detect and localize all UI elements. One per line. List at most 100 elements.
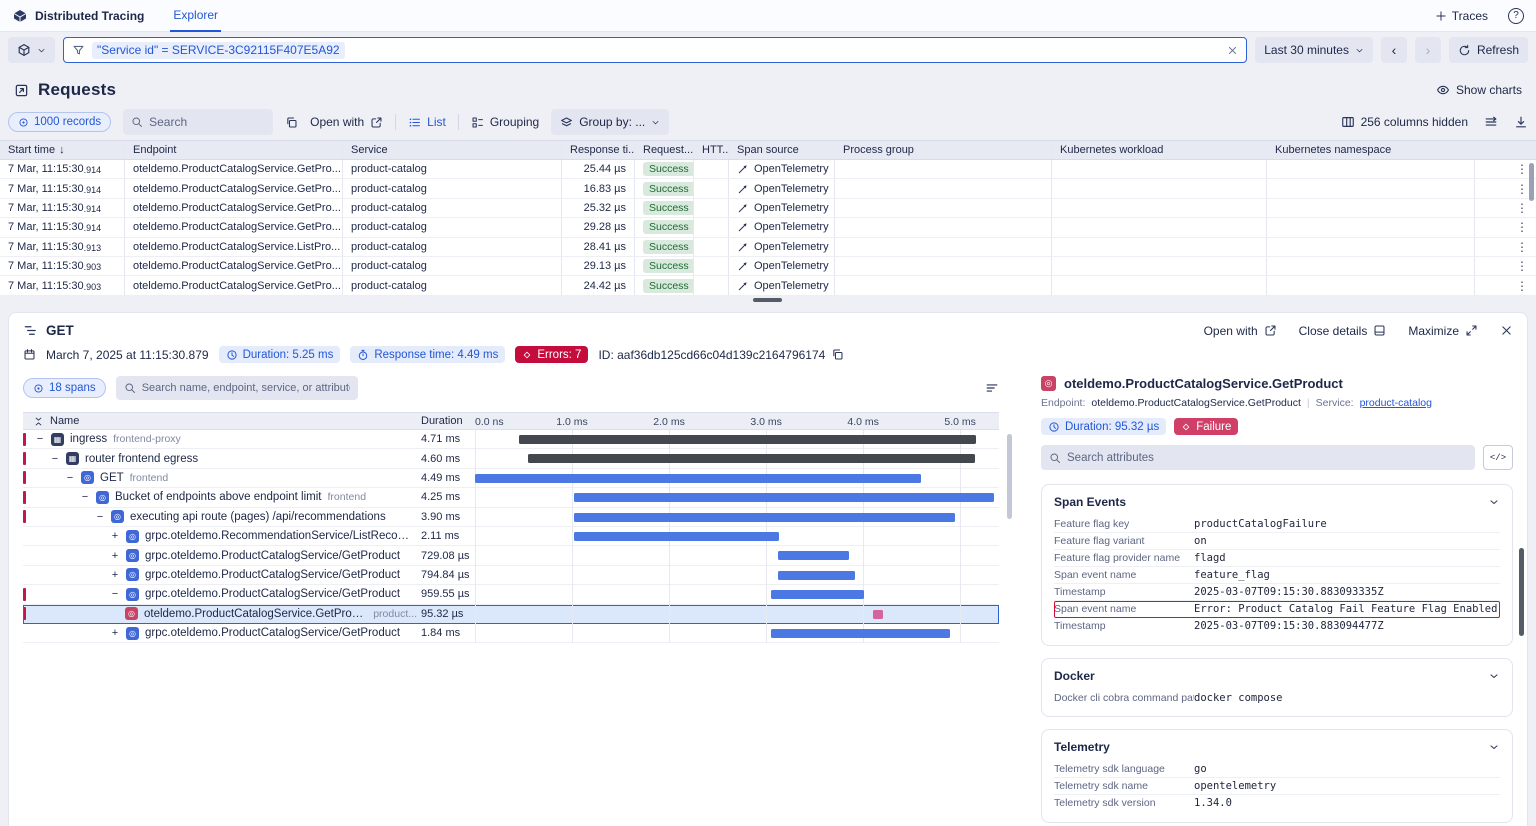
row-settings-icon[interactable] [985,381,999,395]
search-input[interactable] [149,115,265,129]
expand-toggle[interactable]: + [110,550,120,562]
span-bar[interactable] [574,532,779,541]
span-row[interactable]: − ◎ GET frontend 4.49 ms [23,469,999,488]
expand-toggle[interactable]: − [95,511,105,523]
download-icon[interactable] [1514,115,1528,129]
span-row[interactable]: − ◎ grpc.oteldemo.ProductCatalogService/… [23,585,999,604]
expand-toggle[interactable]: + [110,569,120,581]
span-row[interactable]: − ◎ executing api route (pages) /api/rec… [23,508,999,527]
service-link[interactable]: product-catalog [1360,397,1432,409]
table-row[interactable]: 7 Mar, 11:15:30.914 oteldemo.ProductCata… [0,218,1536,237]
column-header-response-time[interactable]: Response ti... [562,141,635,159]
span-bar[interactable] [574,493,994,502]
column-header-k8s-workload[interactable]: Kubernetes workload [1052,141,1267,159]
expand-toggle[interactable]: − [110,588,120,600]
span-bar[interactable] [528,454,974,463]
close-icon[interactable] [1500,324,1513,337]
span-bar[interactable] [778,551,849,560]
expand-toggle[interactable]: − [80,491,90,503]
view-grouping-button[interactable]: Grouping [471,115,539,129]
filter-chip[interactable]: "Service id" = SERVICE-3C92115F407E5A92 [92,42,345,59]
span-bar[interactable] [778,571,856,580]
group-by-button[interactable]: Group by: ... [551,109,669,135]
clear-filter-button[interactable] [1227,45,1238,56]
scope-selector-button[interactable] [8,37,55,63]
row-menu-button[interactable]: ⋮ [1475,179,1536,197]
section-header[interactable]: Telemetry [1054,740,1500,754]
collapse-all-icon[interactable] [33,416,44,427]
open-with-button[interactable]: Open with [310,115,383,129]
scrollbar-thumb[interactable] [753,298,782,302]
refresh-button[interactable]: Refresh [1449,37,1528,63]
span-row[interactable]: + ◎ grpc.oteldemo.ProductCatalogService/… [23,624,999,643]
span-row[interactable]: − ◎ Bucket of endpoints above endpoint l… [23,488,999,507]
span-bar[interactable] [519,435,976,444]
row-menu-button[interactable]: ⋮ [1475,160,1536,178]
details-open-with-button[interactable]: Open with [1204,324,1277,338]
span-row[interactable]: + ◎ grpc.oteldemo.ProductCatalogService/… [23,546,999,565]
row-menu-button[interactable]: ⋮ [1475,199,1536,217]
span-bar[interactable] [771,629,950,638]
close-details-button[interactable]: Close details [1299,324,1387,338]
span-bar[interactable] [574,513,955,522]
show-charts-button[interactable]: Show charts [1436,83,1522,97]
table-row[interactable]: 7 Mar, 11:15:30.914 oteldemo.ProductCata… [0,179,1536,198]
column-header-service[interactable]: Service [343,141,562,159]
maximize-button[interactable]: Maximize [1408,324,1478,338]
table-row[interactable]: 7 Mar, 11:15:30.903 oteldemo.ProductCata… [0,257,1536,276]
table-row[interactable]: 7 Mar, 11:15:30.914 oteldemo.ProductCata… [0,160,1536,179]
time-range-button[interactable]: Last 30 minutes [1255,37,1373,63]
column-header-request-status[interactable]: Request... [635,141,694,159]
column-header-k8s-namespace[interactable]: Kubernetes namespace [1267,141,1475,159]
section-header[interactable]: Docker [1054,669,1500,683]
row-menu-button[interactable]: ⋮ [1475,276,1536,294]
time-prev-button[interactable]: ‹ [1381,37,1407,63]
column-header-http[interactable]: HTT... [694,141,729,159]
attributes-scrollbar[interactable] [1519,548,1524,636]
span-search[interactable] [116,376,358,400]
view-as-code-button[interactable]: </> [1483,445,1513,470]
row-menu-button[interactable]: ⋮ [1475,218,1536,236]
span-row[interactable]: + ◎ grpc.oteldemo.RecommendationService/… [23,527,999,546]
records-count-badge[interactable]: 1000 records [8,112,111,132]
span-search-input[interactable] [142,382,350,394]
waterfall-name-header[interactable]: Name [29,413,417,429]
column-header-endpoint[interactable]: Endpoint [125,141,343,159]
expand-toggle[interactable]: − [65,472,75,484]
time-next-button[interactable]: › [1415,37,1441,63]
view-list-button[interactable]: List [408,115,446,129]
column-header-start-time[interactable]: Start time↓ [0,141,125,159]
expand-toggle[interactable]: + [110,627,120,639]
table-search[interactable] [123,109,273,135]
span-row[interactable]: − ▦ router frontend egress 4.60 ms [23,449,999,468]
span-bar[interactable] [873,610,883,619]
tab-explorer[interactable]: Explorer [170,0,221,32]
copy-icon[interactable] [285,116,298,129]
row-density-icon[interactable] [1484,115,1498,129]
add-traces-button[interactable]: Traces [1435,9,1488,23]
row-menu-button[interactable]: ⋮ [1475,238,1536,256]
span-row[interactable]: + ◎ grpc.oteldemo.ProductCatalogService/… [23,566,999,585]
column-header-span-source[interactable]: Span source [729,141,835,159]
table-row[interactable]: 7 Mar, 11:15:30.903 oteldemo.ProductCata… [0,276,1536,295]
table-vertical-scrollbar[interactable] [1529,163,1534,201]
waterfall-scrollbar[interactable] [1007,434,1012,519]
span-bar[interactable] [475,474,921,483]
attribute-search[interactable] [1041,445,1475,470]
column-header-process-group[interactable]: Process group [835,141,1052,159]
expand-toggle[interactable]: − [35,433,45,445]
span-bar[interactable] [771,590,864,599]
filter-query-input[interactable]: "Service id" = SERVICE-3C92115F407E5A92 [63,37,1247,63]
row-menu-button[interactable]: ⋮ [1475,257,1536,275]
table-row[interactable]: 7 Mar, 11:15:30.913 oteldemo.ProductCata… [0,238,1536,257]
help-button[interactable]: ? [1508,8,1524,24]
expand-toggle[interactable]: − [50,453,60,465]
section-header[interactable]: Span Events [1054,495,1500,509]
attribute-search-input[interactable] [1067,452,1467,464]
waterfall-duration-header[interactable]: Duration [417,413,475,429]
table-row[interactable]: 7 Mar, 11:15:30.914 oteldemo.ProductCata… [0,199,1536,218]
columns-hidden-button[interactable]: 256 columns hidden [1341,115,1468,129]
expand-toggle[interactable]: + [110,530,120,542]
span-row[interactable]: − ▦ ingress frontend-proxy 4.71 ms [23,430,999,449]
span-row[interactable]: ◎ oteldemo.ProductCatalogService.GetProd… [23,605,999,624]
